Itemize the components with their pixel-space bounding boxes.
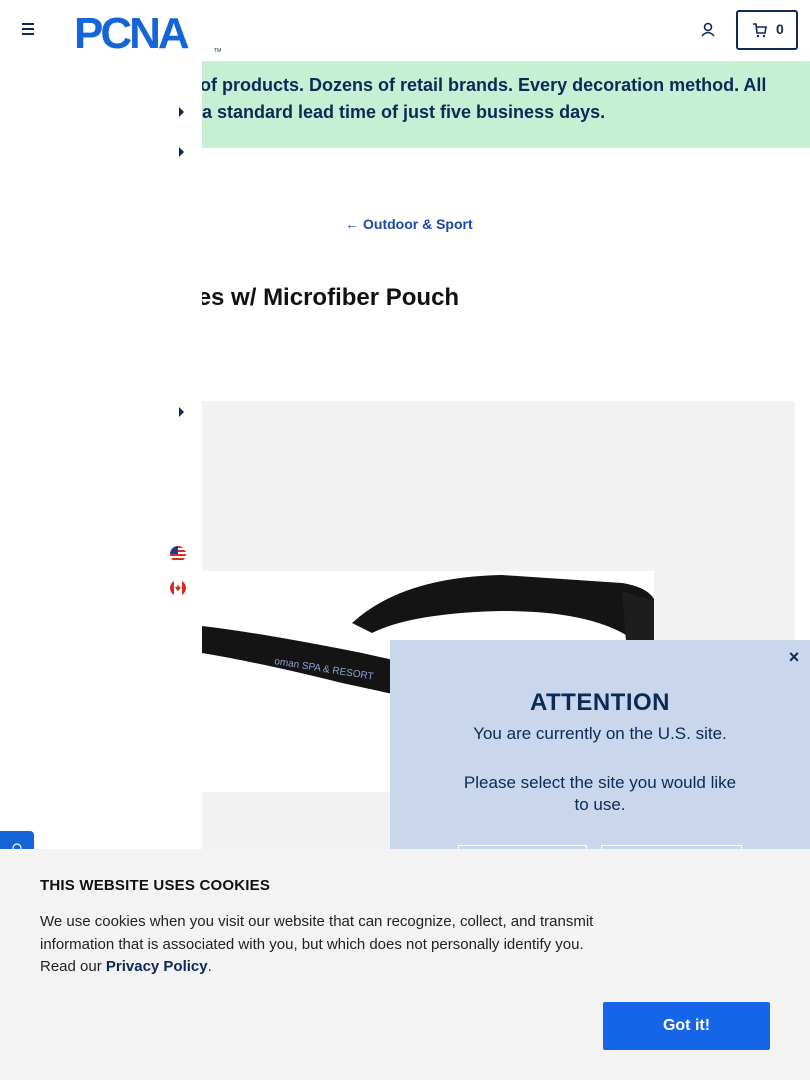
hamburger-icon[interactable] xyxy=(18,20,38,40)
caret-right-icon[interactable] xyxy=(179,147,184,157)
cart-icon xyxy=(753,23,767,38)
us-flag-icon[interactable] xyxy=(170,546,186,562)
close-icon[interactable]: × xyxy=(784,647,804,667)
svg-text:PCNA: PCNA xyxy=(74,9,189,54)
modal-heading: ATTENTION xyxy=(529,689,671,716)
modal-instruction-text: Please select the site you would like to… xyxy=(463,773,737,814)
product-title-text: sses w/ Microfiber Pouch xyxy=(202,284,460,311)
modal-current-site-text: You are currently on the U.S. site. xyxy=(473,724,727,743)
user-icon[interactable] xyxy=(698,20,718,40)
cookie-period: . xyxy=(207,958,212,975)
cookie-title: THIS WEBSITE USES COOKIES xyxy=(40,877,271,894)
pcna-logo[interactable]: PCNA TM xyxy=(74,8,226,58)
cart-button[interactable]: 0 xyxy=(736,10,798,50)
banner-line-1: ls of products. Dozens of retail brands.… xyxy=(202,75,767,95)
site-header: PCNA TM 0 xyxy=(0,0,810,61)
arrow-left-icon: ← xyxy=(345,216,359,232)
promo-banner: ls of products. Dozens of retail brands.… xyxy=(202,61,810,148)
site-select-modal: ATTENTION You are currently on the U.S. … xyxy=(390,640,810,875)
canada-flag-icon[interactable] xyxy=(170,580,186,596)
caret-right-icon[interactable] xyxy=(179,107,184,117)
privacy-policy-link[interactable]: Privacy Policy xyxy=(106,958,208,975)
svg-text:TM: TM xyxy=(214,48,221,54)
breadcrumb-back-link[interactable]: ← Outdoor & Sport xyxy=(345,216,473,232)
accept-cookies-button[interactable]: Got it! xyxy=(603,1002,770,1050)
banner-line-2: th a standard lead time of just five bus… xyxy=(202,102,606,122)
cookie-text: We use cookies when you visit our websit… xyxy=(40,911,610,979)
breadcrumb-label: Outdoor & Sport xyxy=(363,216,473,232)
caret-right-icon[interactable] xyxy=(179,407,184,417)
product-title: sses w/ Microfiber Pouch xyxy=(202,283,802,317)
cookie-banner: THIS WEBSITE USES COOKIES We use cookies… xyxy=(0,849,810,1080)
cart-count: 0 xyxy=(776,21,784,37)
